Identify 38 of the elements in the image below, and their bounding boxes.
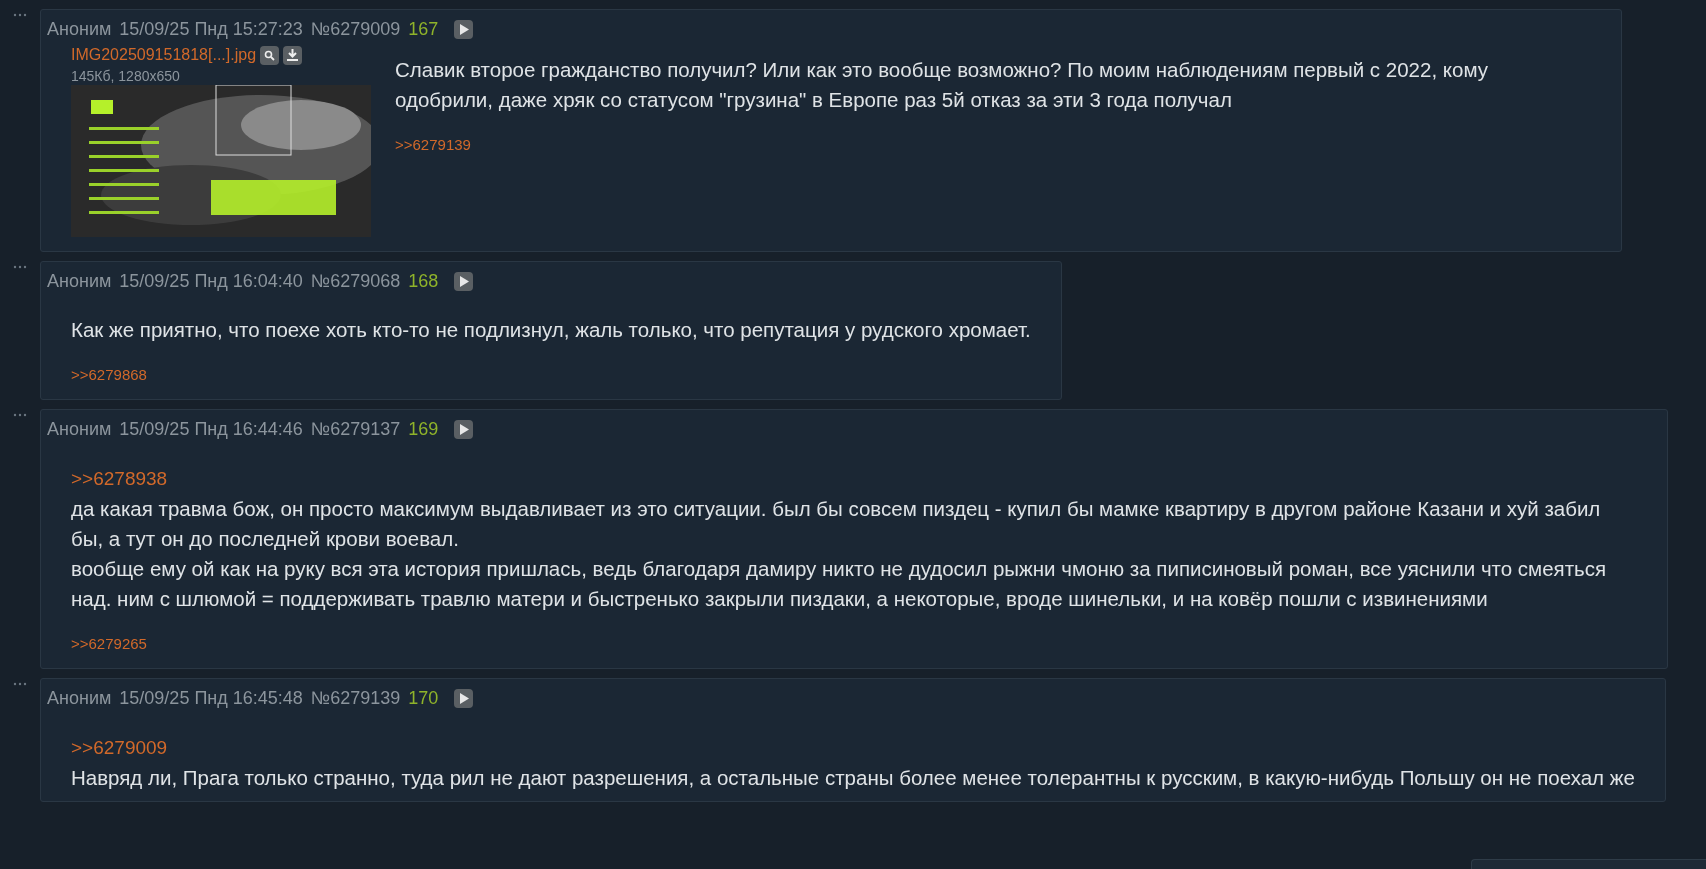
post-text: вообще ему ой как на руку вся эта история пришлась, ведь благодаря дамиру никто не дудосил рыжни чмоню за пиписиновый роман, все уяснили что смеяться над. ним с шлюмой = поддерживать травлю матери и быстренько закрыли пиздаки, а некоторые, вроде шинельки, и на ковёр пошли с извинениями xyxy=(71,556,1608,612)
post-index: 168 xyxy=(408,270,439,293)
more-icon[interactable] xyxy=(13,265,27,269)
play-icon[interactable] xyxy=(454,420,474,439)
reply-link[interactable]: >>6279265 xyxy=(71,634,147,654)
post-author: Аноним xyxy=(47,687,112,710)
file-link[interactable]: IMG202509151818[...].jpg xyxy=(71,43,257,67)
post-text: Как же приятно, что поехе хоть кто-то не подлизнул, жаль только, что репутация у рудского хромает. xyxy=(71,317,1031,343)
more-icon[interactable] xyxy=(13,413,27,417)
post-date: 15/09/25 Пнд 16:45:48 xyxy=(119,687,303,710)
quote-link[interactable]: >>6278938 xyxy=(71,468,168,489)
post-text: Славик второе гражданство получил? Или как это вообще возможно? По моим наблюдениям первый с 2022, кому одобрили, даже хряк со статусом "грузина" в Европе раз 5й отказ за эти 3 года получал xyxy=(395,57,1489,113)
post-number[interactable]: №6279139 xyxy=(310,685,401,712)
play-icon[interactable] xyxy=(454,272,474,291)
post-text: да какая травма бож, он просто максимум выдавливает из это ситуации. был бы совсем пиздец - купил бы мамке квартиру в другом районе Казани и хуй забил бы, а тут он до последней крови воевал. xyxy=(71,496,1602,552)
post-text: Навряд ли, Прага только странно, туда рил не дают разрешения, а остальные страны более менее толерантны к русским, в какую-нибудь Польшу он не поехал же xyxy=(71,765,1635,791)
post-number[interactable]: №6279137 xyxy=(310,416,401,443)
post-author: Аноним xyxy=(47,418,112,441)
post-index: 170 xyxy=(408,687,439,710)
post-date: 15/09/25 Пнд 15:27:23 xyxy=(119,18,303,41)
post-date: 15/09/25 Пнд 16:44:46 xyxy=(119,418,303,441)
quote-link[interactable]: >>6279009 xyxy=(71,737,168,758)
more-icon[interactable] xyxy=(13,13,27,17)
reply-link[interactable]: >>6279139 xyxy=(395,135,471,155)
post-number[interactable]: №6279009 xyxy=(310,16,401,43)
search-icon[interactable] xyxy=(260,45,280,65)
more-icon[interactable] xyxy=(13,682,27,686)
post-index: 167 xyxy=(408,18,439,41)
post-date: 15/09/25 Пнд 16:04:40 xyxy=(119,270,303,293)
post-author: Аноним xyxy=(47,270,112,293)
post-author: Аноним xyxy=(47,18,112,41)
play-icon[interactable] xyxy=(454,20,474,39)
post-index: 169 xyxy=(408,418,439,441)
file-meta: 145Кб, 1280x650 xyxy=(71,67,181,85)
download-icon[interactable] xyxy=(283,45,303,65)
reply-link[interactable]: >>6279868 xyxy=(71,365,147,385)
post-number[interactable]: №6279068 xyxy=(310,268,401,295)
play-icon[interactable] xyxy=(454,689,474,708)
